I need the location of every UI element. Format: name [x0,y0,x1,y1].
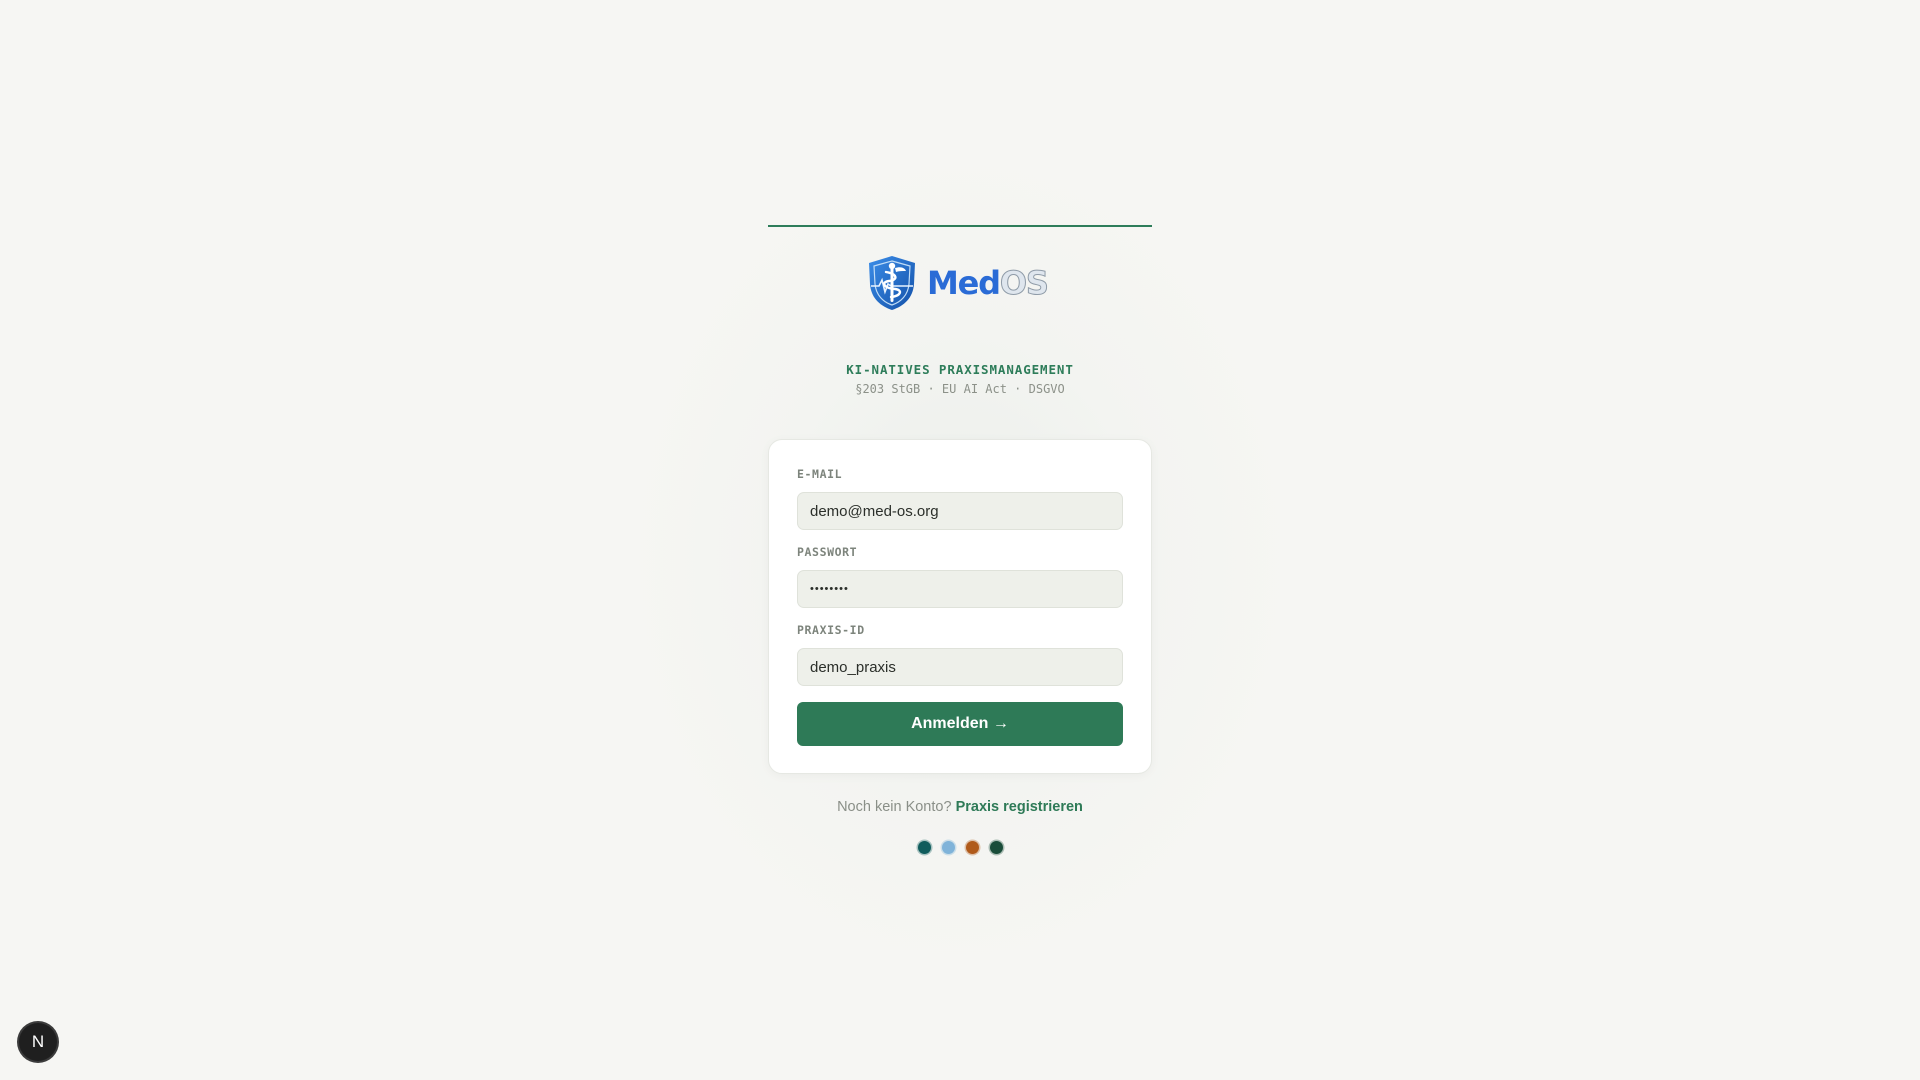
status-dots [918,841,1003,854]
status-dot-2 [942,841,955,854]
dev-tools-badge[interactable]: N [19,1023,57,1061]
logo-wordmark: MedOS [927,264,1049,302]
login-card: E-MAIL demo@med-os.org PASSWORT ••••••••… [768,439,1152,774]
compliance-note: §203 StGB · EU AI Act · DSGVO [855,382,1065,396]
login-button[interactable]: Anmelden → [797,702,1123,746]
tagline: KI-NATIVES PRAXISMANAGEMENT [846,362,1074,377]
logo-wordmark-os: OS [999,264,1049,302]
medos-logo: MedOS [865,253,1049,313]
register-line: Noch kein Konto? Praxis registrieren [768,799,1152,815]
status-dot-3 [966,841,979,854]
register-prompt: Noch kein Konto? [837,799,952,815]
top-accent-line [768,225,1152,227]
email-label: E-MAIL [797,467,843,481]
status-dot-4 [990,841,1003,854]
practice-id-label: PRAXIS-ID [797,623,865,637]
login-page: MedOS KI-NATIVES PRAXISMANAGEMENT §203 S… [0,0,1920,1080]
shield-caduceus-icon [869,256,915,310]
password-label: PASSWORT [797,545,858,559]
status-dot-1 [918,841,931,854]
practice-id-field[interactable]: demo_praxis [797,648,1123,686]
register-link[interactable]: Praxis registrieren [956,799,1083,815]
logo-wordmark-med: Med [927,264,1001,302]
email-field[interactable]: demo@med-os.org [797,492,1123,530]
password-field[interactable]: •••••••• [797,570,1123,608]
